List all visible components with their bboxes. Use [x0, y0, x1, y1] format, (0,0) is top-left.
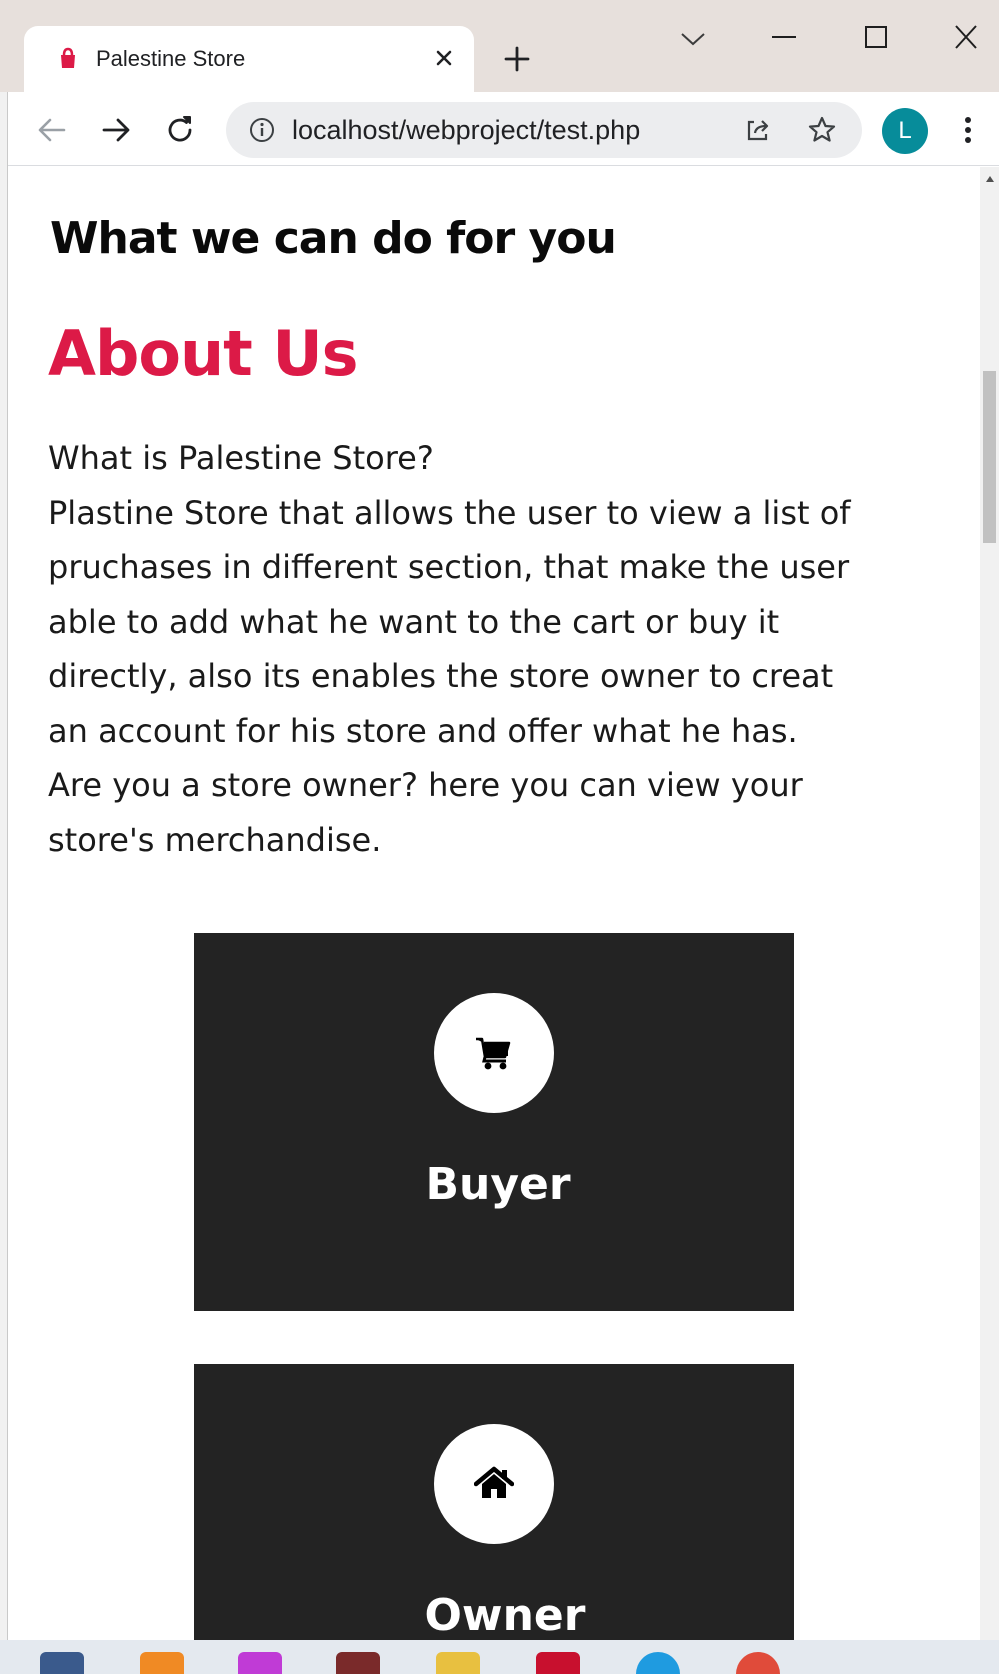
window-close-icon[interactable]: [948, 22, 984, 52]
about-line: store's merchandise.: [48, 820, 382, 859]
browser-tab[interactable]: Palestine Store: [24, 26, 474, 92]
owner-card[interactable]: Owner: [194, 1364, 794, 1640]
about-line: Plastine Store that allows the user to v…: [48, 493, 851, 532]
reload-icon[interactable]: [162, 112, 198, 148]
os-taskbar: [0, 1640, 999, 1674]
window-left-edge: [0, 92, 8, 1640]
share-icon[interactable]: [742, 114, 774, 146]
about-line: able to add what he want to the cart or …: [48, 602, 780, 641]
about-line: What is Palestine Store?: [48, 439, 434, 477]
edge-icon[interactable]: [636, 1652, 680, 1674]
about-description: What is Palestine Store? Plastine Store …: [48, 431, 948, 867]
buyer-card-label: Buyer: [425, 1159, 571, 1210]
mcafee-icon[interactable]: [536, 1652, 580, 1674]
tab-search-chevron-icon[interactable]: [676, 26, 710, 52]
tab-close-icon[interactable]: [428, 42, 460, 74]
shopping-cart-icon: [476, 1037, 511, 1070]
address-bar[interactable]: localhost/webproject/test.php: [226, 102, 862, 158]
owner-card-label: Owner: [424, 1590, 586, 1640]
about-line: pruchases in different section, that mak…: [48, 548, 850, 586]
owner-icon-circle: [434, 1424, 554, 1544]
about-line: an account for his store and offer what …: [48, 711, 798, 750]
scroll-up-arrow-icon[interactable]: [985, 175, 995, 183]
window-minimize-icon[interactable]: [766, 22, 802, 52]
scroll-thumb[interactable]: [983, 371, 996, 543]
app-icon[interactable]: [336, 1652, 380, 1674]
about-line: Are you a store owner? here you can view…: [48, 766, 803, 804]
site-info-icon[interactable]: [248, 116, 276, 144]
section-heading: What we can do for you: [50, 213, 617, 264]
window-maximize-icon[interactable]: [858, 22, 894, 52]
bookmark-star-icon[interactable]: [806, 114, 838, 146]
new-tab-icon[interactable]: [500, 42, 534, 76]
url-text[interactable]: localhost/webproject/test.php: [292, 115, 640, 146]
kebab-menu-icon[interactable]: [956, 112, 980, 148]
store-favicon-icon: [61, 47, 75, 68]
browser-toolbar: localhost/webproject/test.php L: [0, 92, 999, 166]
page-viewport: What we can do for you About Us What is …: [8, 167, 980, 1640]
file-explorer-icon[interactable]: [40, 1652, 84, 1674]
about-title: About Us: [48, 317, 359, 390]
tab-title: Palestine Store: [96, 46, 246, 71]
buyer-card[interactable]: Buyer: [194, 933, 794, 1311]
forward-arrow-icon[interactable]: [98, 112, 134, 148]
folder-icon[interactable]: [436, 1652, 480, 1674]
xampp-icon[interactable]: [140, 1652, 184, 1674]
phpstorm-icon[interactable]: [238, 1652, 282, 1674]
chrome-icon[interactable]: [736, 1652, 780, 1674]
tab-strip: Palestine Store: [0, 0, 999, 92]
back-arrow-icon[interactable]: [34, 112, 70, 148]
profile-avatar[interactable]: L: [882, 108, 928, 154]
about-line: directly, also its enables the store own…: [48, 657, 834, 695]
page-scrollbar[interactable]: [980, 167, 999, 1640]
buyer-icon-circle: [434, 993, 554, 1113]
home-icon: [474, 1466, 514, 1498]
